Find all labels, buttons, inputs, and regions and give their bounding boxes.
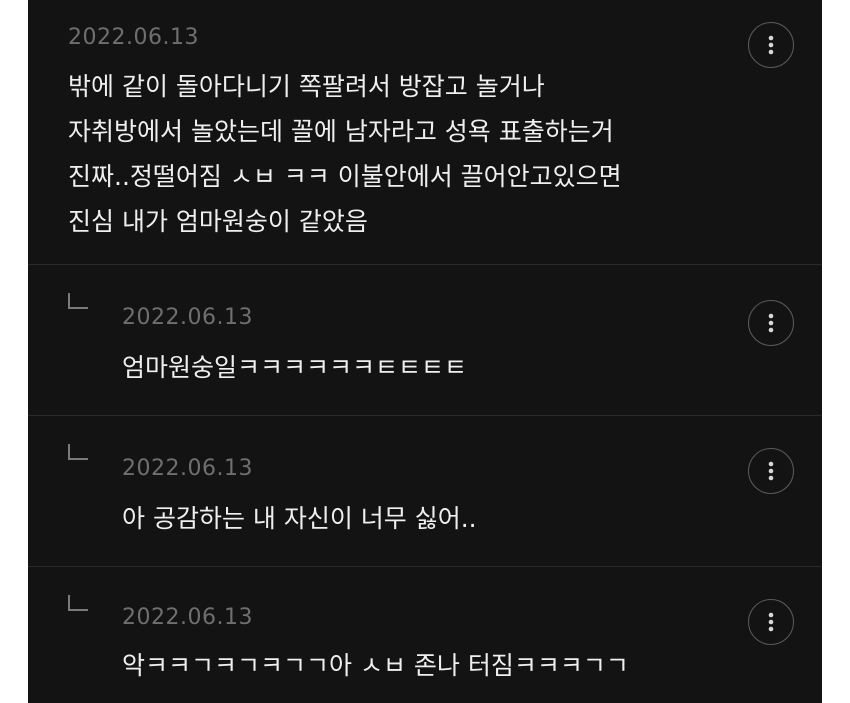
comment-line: 밖에 같이 돌아다니기 쪽팔려서 방잡고 놀거나	[68, 72, 545, 101]
reply-item: 2022.06.13 엄마원숭일ㅋㅋㅋㅋㅋㅋㅌㅌㅌㅌ	[28, 265, 822, 416]
comment-body: 악ㅋㅋㄱㅋㄱㅋㄱㄱ아 ㅅㅂ 존나 터짐ㅋㅋㅋㄱㄱ	[122, 651, 629, 680]
comment-date: 2022.06.13	[122, 456, 253, 481]
comment-line: 진짜..정떨어짐 ㅅㅂ ㅋㅋ 이불안에서 끌어안고있으면	[68, 162, 622, 191]
reply-item: 2022.06.13 아 공감하는 내 자신이 너무 싫어..	[28, 416, 822, 567]
comment-date: 2022.06.13	[122, 305, 253, 330]
comment-list: 2022.06.13 밖에 같이 돌아다니기 쪽팔려서 방잡고 놀거나 자취방에…	[28, 0, 822, 703]
vertical-dots-icon	[768, 35, 774, 55]
comment-line: 자취방에서 놀았는데 꼴에 남자라고 성욕 표출하는거	[68, 117, 614, 146]
comment-body: 밖에 같이 돌아다니기 쪽팔려서 방잡고 놀거나 자취방에서 놀았는데 꼴에 남…	[68, 64, 622, 244]
comment-line: 진심 내가 엄마원숭이 같았음	[68, 207, 368, 236]
reply-arrow-icon	[68, 293, 88, 309]
more-options-button[interactable]	[748, 22, 794, 68]
more-options-button[interactable]	[748, 599, 794, 645]
reply-arrow-icon	[68, 444, 88, 460]
more-options-button[interactable]	[748, 448, 794, 494]
comment-body: 엄마원숭일ㅋㅋㅋㅋㅋㅋㅌㅌㅌㅌ	[122, 353, 468, 382]
comment-body: 아 공감하는 내 자신이 너무 싫어..	[122, 504, 477, 533]
vertical-dots-icon	[768, 313, 774, 333]
comment-item: 2022.06.13 밖에 같이 돌아다니기 쪽팔려서 방잡고 놀거나 자취방에…	[28, 0, 822, 265]
comment-date: 2022.06.13	[122, 605, 253, 630]
vertical-dots-icon	[768, 461, 774, 481]
more-options-button[interactable]	[748, 300, 794, 346]
reply-arrow-icon	[68, 595, 88, 611]
vertical-dots-icon	[768, 612, 774, 632]
comment-date: 2022.06.13	[68, 25, 199, 50]
reply-item: 2022.06.13 악ㅋㅋㄱㅋㄱㅋㄱㄱ아 ㅅㅂ 존나 터짐ㅋㅋㅋㄱㄱ	[28, 567, 822, 703]
